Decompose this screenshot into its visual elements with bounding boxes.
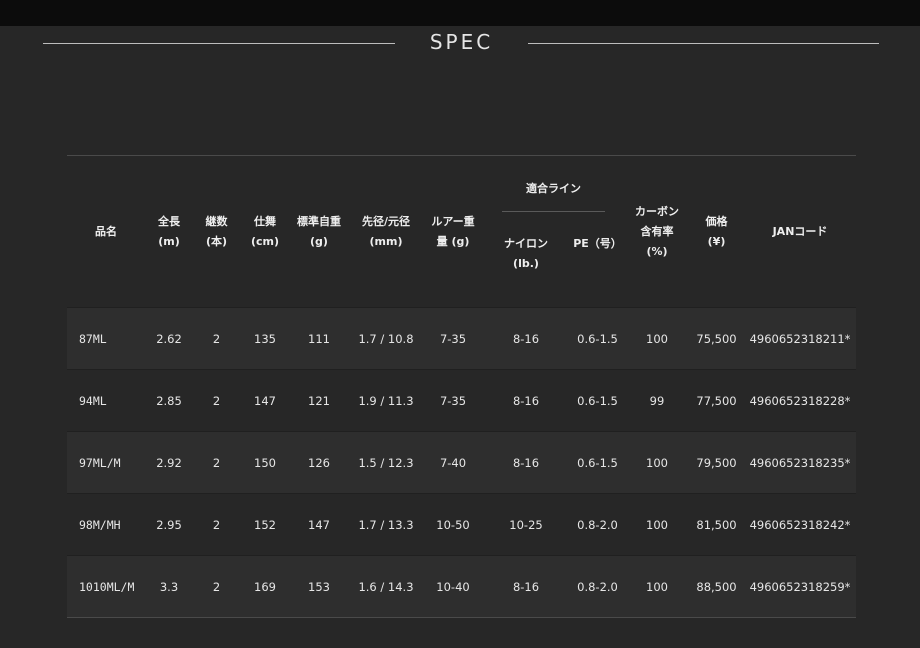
cell-nylon: 8-16	[512, 393, 540, 408]
cell-model: 87ML	[79, 331, 107, 346]
cell-lure-weight: 10-50	[436, 517, 470, 532]
top-bar	[0, 0, 920, 26]
cell-lure-weight: 7-35	[439, 393, 467, 408]
cell-sections: 2	[212, 579, 221, 594]
cell-price: 75,500	[696, 331, 737, 346]
cell-jan: 4960652318242*	[749, 517, 851, 532]
cell-model: 1010ML/M	[79, 579, 135, 594]
cell-closed-length: 135	[254, 331, 276, 346]
cell-diameter: 1.7 / 10.8	[358, 331, 414, 346]
table-row: 94ML 2.85 2 147 121 1.9 / 11.3 7-35 8-16…	[67, 369, 856, 432]
cell-sections: 2	[212, 331, 221, 346]
cell-pe: 0.6-1.5	[577, 455, 618, 470]
cell-price: 81,500	[696, 517, 737, 532]
table-row: 1010ML/M 3.3 2 169 153 1.6 / 14.3 10-40 …	[67, 555, 856, 618]
cell-model: 94ML	[79, 393, 107, 408]
cell-diameter: 1.6 / 14.3	[358, 579, 414, 594]
spec-table: 品名 全長 (m) 継数 (本) 仕舞 (cm) 標準自重 (g) 先径/元径 …	[67, 155, 856, 618]
header-pe: PE（号）	[573, 237, 622, 250]
header-diameter: 先径/元径 (mm)	[361, 214, 411, 248]
cell-carbon: 99	[649, 393, 665, 408]
header-jan: JANコード	[772, 224, 828, 238]
cell-price: 77,500	[696, 393, 737, 408]
cell-closed-length: 152	[254, 517, 276, 532]
cell-nylon: 8-16	[512, 331, 540, 346]
cell-weight: 126	[308, 455, 330, 470]
cell-lure-weight: 7-40	[439, 455, 467, 470]
header-line-group-label: 適合ライン	[526, 182, 581, 195]
cell-carbon: 100	[646, 517, 668, 532]
cell-length: 2.95	[156, 517, 182, 532]
heading-rule-right	[528, 43, 879, 44]
cell-jan: 4960652318235*	[749, 455, 851, 470]
cell-model: 97ML/M	[79, 455, 121, 470]
spec-heading: SPEC	[0, 26, 920, 60]
cell-lure-weight: 10-40	[436, 579, 470, 594]
header-model: 品名	[95, 224, 117, 238]
cell-length: 2.92	[156, 455, 182, 470]
cell-nylon: 10-25	[509, 517, 543, 532]
cell-carbon: 100	[646, 331, 668, 346]
cell-closed-length: 147	[254, 393, 276, 408]
header-line-group: 適合ライン	[482, 156, 625, 212]
header-length: 全長 (m)	[158, 214, 180, 248]
cell-lure-weight: 7-35	[439, 331, 467, 346]
cell-sections: 2	[212, 517, 221, 532]
cell-length: 2.62	[156, 331, 182, 346]
cell-model: 98M/MH	[79, 517, 121, 532]
header-lure-weight: ルアー重 量 (g)	[431, 214, 475, 248]
cell-carbon: 100	[646, 579, 668, 594]
cell-pe: 0.6-1.5	[577, 393, 618, 408]
cell-weight: 147	[308, 517, 330, 532]
table-header: 品名 全長 (m) 継数 (本) 仕舞 (cm) 標準自重 (g) 先径/元径 …	[67, 155, 856, 308]
table-body: 87ML 2.62 2 135 111 1.7 / 10.8 7-35 8-16…	[67, 307, 856, 618]
cell-jan: 4960652318211*	[749, 331, 851, 346]
cell-weight: 153	[308, 579, 330, 594]
header-nylon: ナイロン (lb.)	[504, 237, 548, 270]
cell-jan: 4960652318259*	[749, 579, 851, 594]
spec-title: SPEC	[429, 30, 494, 54]
heading-rule-left	[43, 43, 395, 44]
cell-price: 88,500	[696, 579, 737, 594]
cell-length: 3.3	[159, 579, 179, 594]
cell-carbon: 100	[646, 455, 668, 470]
table-row: 87ML 2.62 2 135 111 1.7 / 10.8 7-35 8-16…	[67, 307, 856, 370]
cell-jan: 4960652318228*	[749, 393, 851, 408]
cell-sections: 2	[212, 393, 221, 408]
header-line-group-rule	[502, 211, 605, 212]
header-closed-length: 仕舞 (cm)	[250, 214, 280, 248]
header-weight: 標準自重 (g)	[297, 214, 341, 248]
cell-closed-length: 150	[254, 455, 276, 470]
cell-nylon: 8-16	[512, 455, 540, 470]
cell-diameter: 1.5 / 12.3	[358, 455, 414, 470]
cell-diameter: 1.9 / 11.3	[358, 393, 414, 408]
cell-price: 79,500	[696, 455, 737, 470]
table-row: 97ML/M 2.92 2 150 126 1.5 / 12.3 7-40 8-…	[67, 431, 856, 494]
cell-pe: 0.8-2.0	[577, 517, 618, 532]
cell-length: 2.85	[156, 393, 182, 408]
cell-nylon: 8-16	[512, 579, 540, 594]
cell-pe: 0.6-1.5	[577, 331, 618, 346]
cell-sections: 2	[212, 455, 221, 470]
cell-pe: 0.8-2.0	[577, 579, 618, 594]
cell-weight: 111	[308, 331, 330, 346]
header-carbon: カーボン 含有率 (%)	[635, 204, 679, 258]
header-sections: 継数 (本)	[205, 214, 228, 248]
header-price: 価格 (¥)	[705, 214, 728, 248]
cell-weight: 121	[308, 393, 330, 408]
table-row: 98M/MH 2.95 2 152 147 1.7 / 13.3 10-50 1…	[67, 493, 856, 556]
cell-diameter: 1.7 / 13.3	[358, 517, 414, 532]
cell-closed-length: 169	[254, 579, 276, 594]
